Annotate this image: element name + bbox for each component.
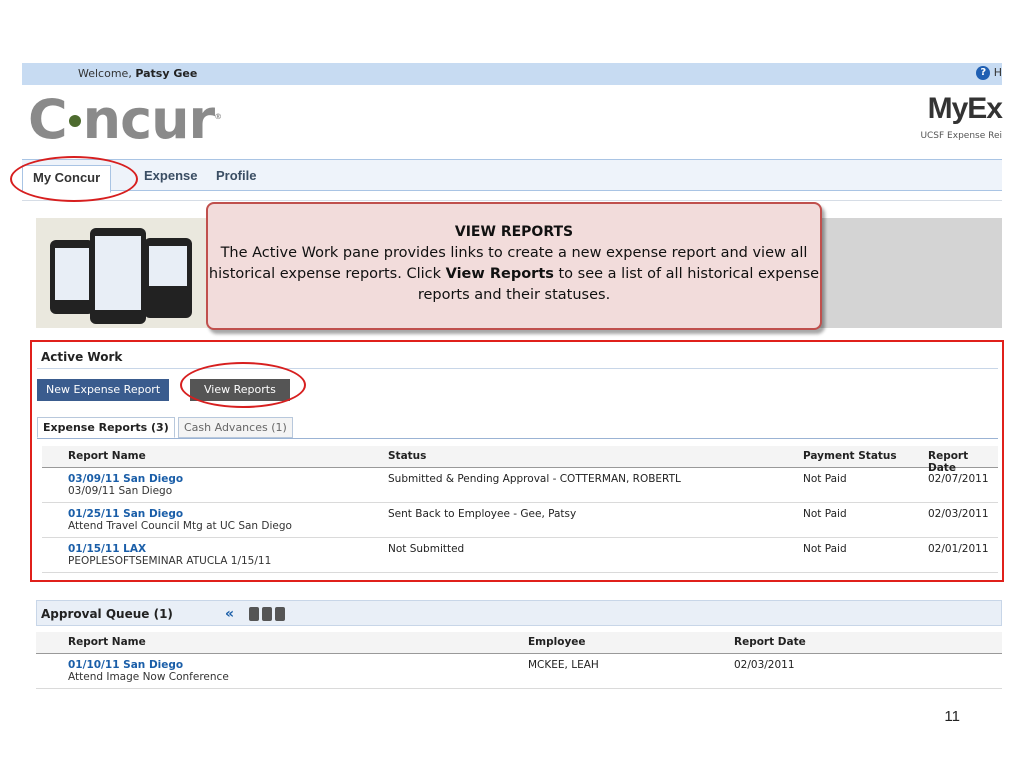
callout-title: VIEW REPORTS	[454, 224, 574, 240]
report-link[interactable]: 03/09/11 San Diego	[68, 473, 183, 485]
tab-cash-advances[interactable]: Cash Advances (1)	[178, 417, 293, 438]
blackberry-icon	[144, 238, 192, 318]
tab-expense-reports[interactable]: Expense Reports (3)	[37, 417, 175, 438]
user-name: Patsy Gee	[135, 67, 198, 80]
help-icon: ?	[976, 66, 991, 80]
tab-expense[interactable]: Expense	[144, 160, 197, 192]
welcome-bar: Welcome, Patsy Gee ? H	[22, 63, 1002, 85]
phone-icon	[249, 607, 259, 621]
table-header: Report Name Status Payment Status Report…	[42, 446, 998, 474]
main-nav: My Concur Expense Profile	[22, 159, 1002, 193]
collapse-chevron-icon[interactable]: «	[225, 601, 234, 627]
report-link[interactable]: 01/15/11 LAX	[68, 543, 271, 555]
blackberry-icon	[275, 607, 285, 621]
col-report-name[interactable]: Report Name	[68, 636, 146, 648]
view-reports-callout: VIEW REPORTS The Active Work pane provid…	[206, 202, 822, 330]
col-employee[interactable]: Employee	[528, 636, 586, 648]
approval-table: Report Name Employee Report Date 01/10/1…	[36, 632, 1002, 689]
active-work-panel: Active Work New Expense Report View Repo…	[30, 340, 1004, 582]
callout-text: The Active Work pane provides links to c…	[208, 245, 820, 303]
table-row[interactable]: 03/09/11 San Diego 03/09/11 San Diego Sub…	[42, 468, 998, 503]
col-report-date[interactable]: Report Date	[734, 636, 806, 648]
smartphone-icon	[262, 607, 272, 621]
table-header: Report Name Employee Report Date	[36, 632, 1002, 654]
report-status: Sent Back to Employee - Gee, Patsy	[388, 508, 577, 520]
highlight-ring-view-reports	[180, 362, 306, 408]
welcome-text: Welcome, Patsy Gee	[78, 67, 198, 80]
report-date: 02/03/2011	[928, 508, 989, 520]
payment-status: Not Paid	[803, 473, 847, 485]
employee-name: MCKEE, LEAH	[528, 659, 599, 671]
table-row[interactable]: 01/10/11 San Diego Attend Image Now Confe…	[36, 654, 1002, 689]
col-status[interactable]: Status	[388, 450, 426, 462]
payment-status: Not Paid	[803, 508, 847, 520]
col-report-name[interactable]: Report Name	[68, 450, 146, 462]
report-date: 02/07/2011	[928, 473, 989, 485]
report-date: 02/03/2011	[734, 659, 795, 671]
col-payment-status[interactable]: Payment Status	[803, 450, 897, 462]
approval-queue-panel: Approval Queue (1) « Report Name Employe…	[36, 600, 1002, 692]
report-status: Not Submitted	[388, 543, 465, 555]
approval-queue-header: Approval Queue (1) «	[36, 600, 1002, 626]
smartphone-icon	[90, 228, 146, 324]
report-status: Submitted & Pending Approval - COTTERMAN…	[388, 473, 681, 485]
approval-queue-title: Approval Queue (1)	[41, 607, 173, 621]
active-work-title: Active Work	[37, 345, 998, 369]
tab-profile[interactable]: Profile	[216, 160, 256, 192]
report-date: 02/01/2011	[928, 543, 989, 555]
page-number: 11	[944, 708, 960, 725]
report-link[interactable]: 01/25/11 San Diego	[68, 508, 292, 520]
table-row[interactable]: 01/15/11 LAX PEOPLESOFTSEMINAR ATUCLA 1/1…	[42, 538, 998, 573]
logo-dot-icon	[68, 115, 81, 128]
phone-icon	[50, 240, 94, 314]
product-subtitle: UCSF Expense Rei	[920, 131, 1002, 141]
report-subtabs: Expense Reports (3) Cash Advances (1)	[37, 415, 998, 439]
report-link[interactable]: 01/10/11 San Diego	[68, 659, 229, 671]
divider	[22, 200, 1002, 201]
help-link[interactable]: ? H	[976, 66, 1002, 80]
highlight-ring-my-concur	[10, 156, 138, 202]
concur-logo: Cncur®	[28, 88, 222, 151]
new-expense-report-button[interactable]: New Expense Report	[37, 379, 170, 401]
table-row[interactable]: 01/25/11 San Diego Attend Travel Council …	[42, 503, 998, 538]
product-title: MyEx	[927, 92, 1003, 125]
payment-status: Not Paid	[803, 543, 847, 555]
expense-reports-table: Report Name Status Payment Status Report…	[42, 446, 998, 573]
